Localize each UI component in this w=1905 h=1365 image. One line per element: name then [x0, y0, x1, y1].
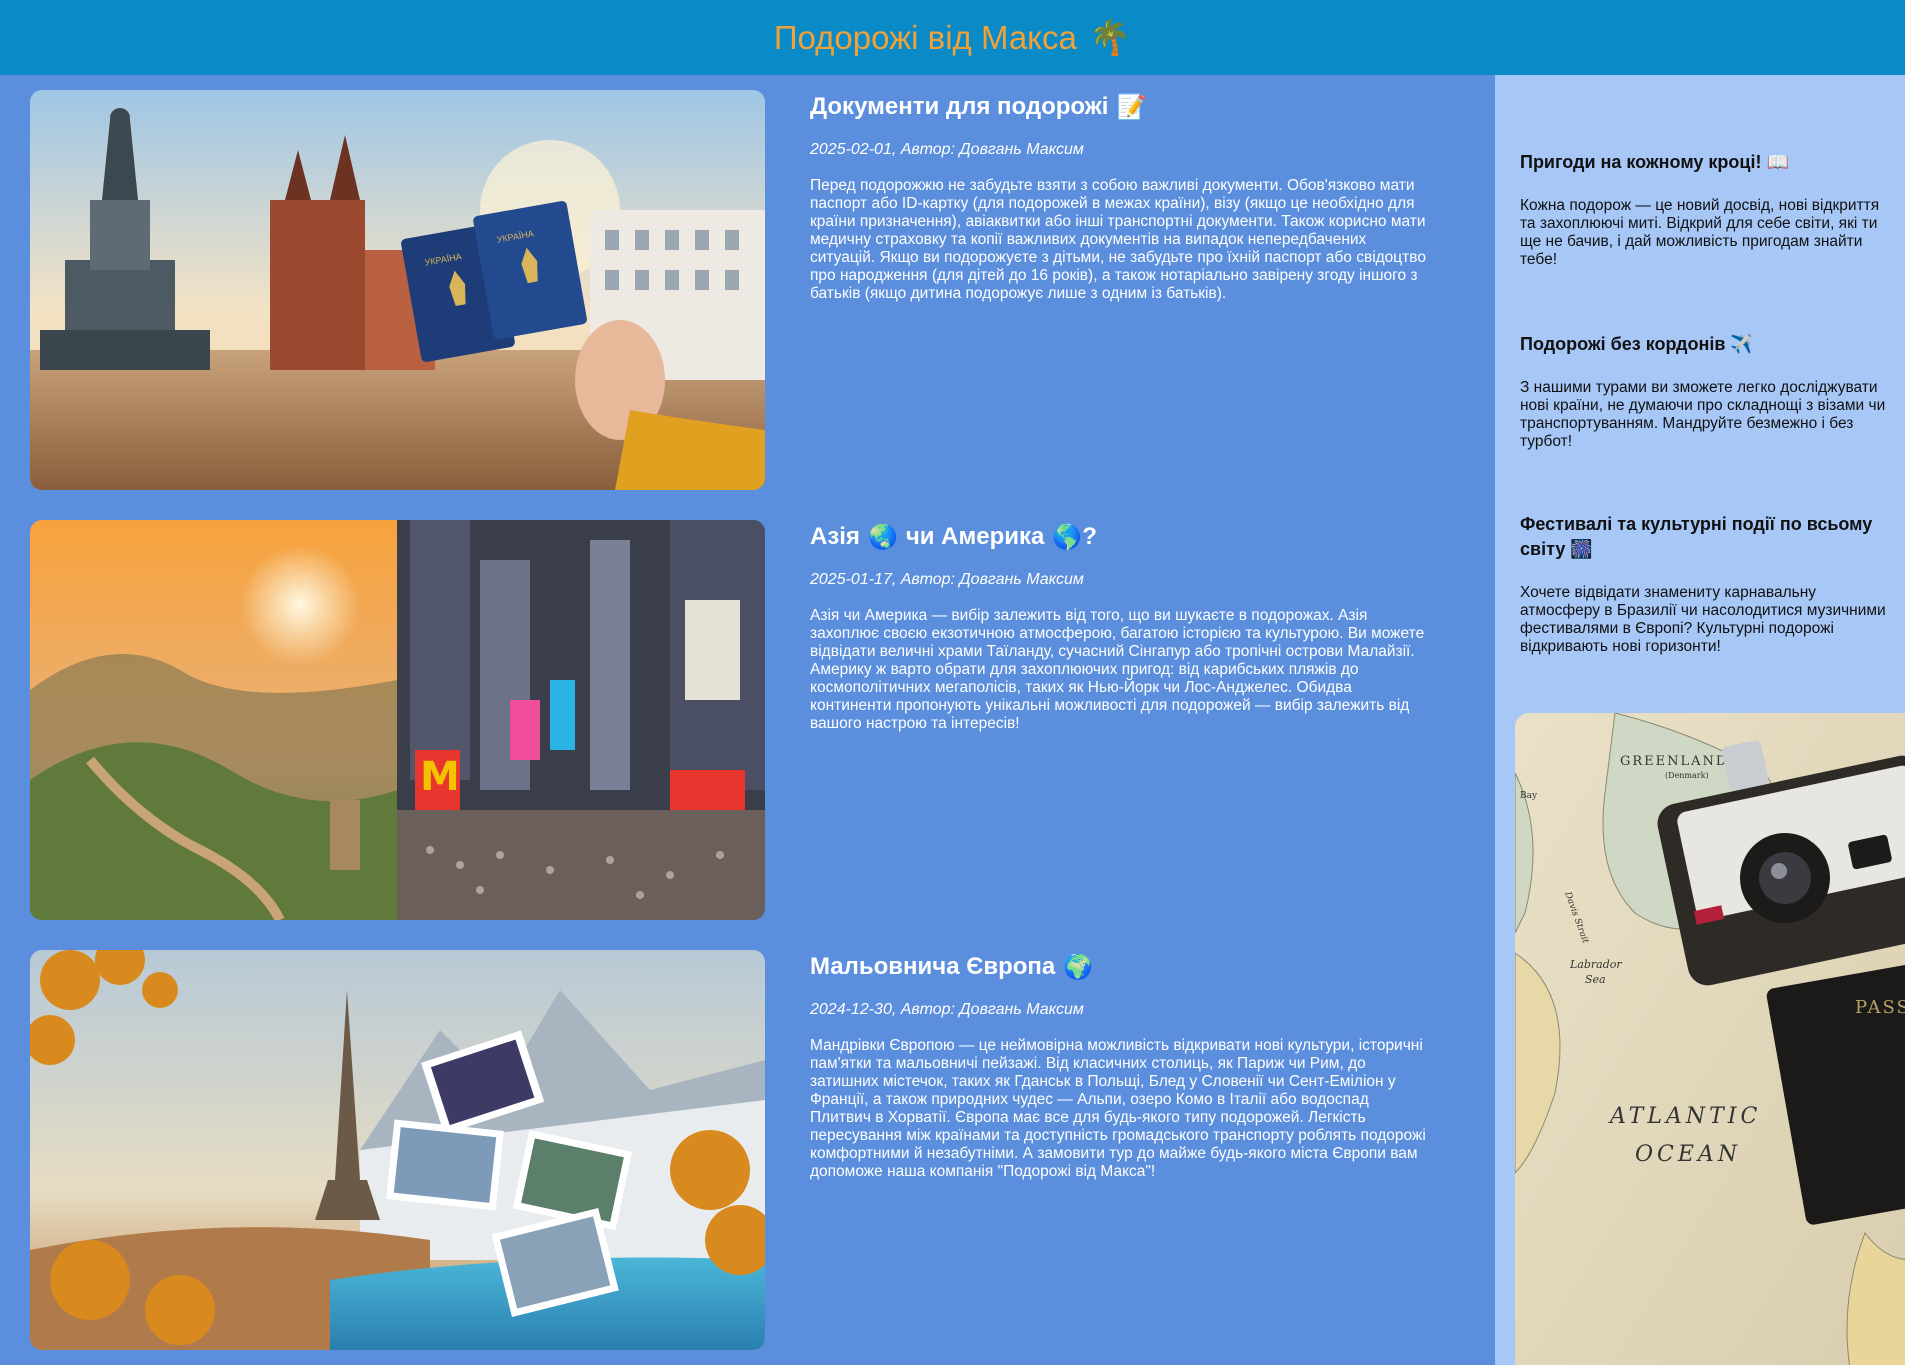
site-title-text: Подорожі від Макса [773, 18, 1077, 56]
fireworks-icon: 🎆 [1570, 539, 1593, 560]
globe-americas-icon: 🌎 [1052, 523, 1083, 551]
sidebar-image-map-camera[interactable]: GREENLAND (Denmark) Bay Davis Strait Lab… [1515, 713, 1905, 1365]
palm-tree-icon: 🌴 [1088, 17, 1132, 58]
map-label-labrador: Labrador [1569, 958, 1622, 971]
post-meta: 2024-12-30, Автор: Довгань Максим [810, 1001, 1084, 1018]
post-image-europe-collage[interactable] [30, 950, 765, 1350]
map-label-atlantic: ATLANTIC [1608, 1104, 1761, 1129]
promo-text: Хочете відвідати знамениту карнавальну а… [1520, 584, 1886, 655]
promo-no-borders: Подорожі без кордонів ✈️ З нашими турами… [1520, 332, 1890, 451]
post-card: Мальовнича Європа 🌍 2024-12-30, Автор: Д… [30, 950, 1430, 1350]
map-label-ocean: OCEAN [1635, 1142, 1741, 1167]
promo-title[interactable]: Подорожі без кордонів ✈️ [1520, 332, 1890, 357]
post-image-great-wall-times-square[interactable]: M [30, 520, 765, 920]
globe-asia-icon: 🌏 [867, 523, 898, 551]
post-text: Перед подорожжю не забудьте взяти з собо… [810, 177, 1426, 302]
post-title[interactable]: Мальовнича Європа 🌍 [810, 953, 1450, 981]
promo-text: Кожна подорож — це новий досвід, нові ві… [1520, 197, 1880, 268]
post-image-krakow-passports[interactable]: УКРАЇНА УКРАЇНА [30, 90, 765, 490]
promo-adventures: Пригоди на кожному кроці! 📖 Кожна подоро… [1520, 150, 1890, 269]
post-card: УКРАЇНА УКРАЇНА Документи для подорожі 📝… [30, 90, 1430, 490]
posts-feed: УКРАЇНА УКРАЇНА Документи для подорожі 📝… [0, 75, 1495, 1365]
sidebar: Пригоди на кожному кроці! 📖 Кожна подоро… [1495, 75, 1905, 1365]
passport-label: PASS [1855, 997, 1905, 1018]
map-label-bay: Bay [1520, 791, 1538, 801]
post-title[interactable]: Азія 🌏 чи Америка 🌎? [810, 523, 1450, 551]
post-content: Мальовнича Європа 🌍 2024-12-30, Автор: Д… [810, 950, 1450, 1181]
site-header: Подорожі від Макса 🌴 [0, 0, 1905, 75]
memo-icon: 📝 [1116, 93, 1147, 121]
promo-text: З нашими турами ви зможете легко дослідж… [1520, 379, 1886, 450]
post-text: Азія чи Америка — вибір залежить від тог… [810, 607, 1425, 732]
post-content: Азія 🌏 чи Америка 🌎? 2025-01-17, Автор: … [810, 520, 1450, 733]
promo-festivals: Фестивалі та культурні події по всьому с… [1520, 512, 1890, 656]
airplane-icon: ✈️ [1730, 334, 1753, 355]
globe-icon: 🌍 [1063, 953, 1094, 981]
post-card: M Азія 🌏 чи Америка 🌎? 2025-01-17, Автор… [30, 520, 1430, 920]
promo-title[interactable]: Пригоди на кожному кроці! 📖 [1520, 150, 1890, 175]
map-label-greenland: GREENLAND [1620, 754, 1728, 769]
post-meta: 2025-01-17, Автор: Довгань Максим [810, 571, 1084, 588]
map-label-denmark: (Denmark) [1665, 771, 1709, 780]
post-title[interactable]: Документи для подорожі 📝 [810, 93, 1450, 121]
map-label-sea: Sea [1585, 973, 1606, 986]
post-text: Мандрівки Європою — це неймовірна можлив… [810, 1037, 1426, 1180]
post-meta: 2025-02-01, Автор: Довгань Максим [810, 141, 1084, 158]
promo-title[interactable]: Фестивалі та культурні події по всьому с… [1520, 512, 1890, 562]
post-content: Документи для подорожі 📝 2025-02-01, Авт… [810, 90, 1450, 303]
site-title[interactable]: Подорожі від Макса 🌴 [774, 18, 1131, 58]
svg-text:M: M [420, 754, 460, 800]
book-icon: 📖 [1766, 152, 1789, 173]
